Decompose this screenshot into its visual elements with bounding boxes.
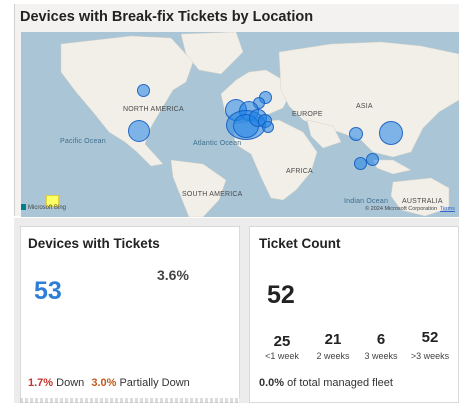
map-card: Devices with Break-fix Tickets by Locati… bbox=[14, 4, 459, 217]
devices-count: 53 bbox=[34, 277, 62, 305]
label-indian-ocean: Indian Ocean bbox=[344, 198, 389, 205]
devices-with-tickets-card[interactable]: Devices with Tickets 53 3.6% 1.7% Down 3… bbox=[20, 226, 240, 403]
bucket-value-2w: 21 bbox=[324, 331, 342, 348]
bucket-value-3w: 6 bbox=[376, 331, 386, 348]
ticket-count-card[interactable]: Ticket Count 52 25 <1 week 21 2 weeks 6 … bbox=[249, 226, 459, 403]
copyright-text: © 2024 Microsoft Corporation bbox=[365, 206, 438, 212]
map-copyright: © 2024 Microsoft Corporation Terms bbox=[365, 206, 455, 212]
partially-down-label: Partially Down bbox=[119, 377, 190, 389]
map-title: Devices with Break-fix Tickets by Locati… bbox=[20, 9, 314, 25]
bing-attribution: Microsoft Bing bbox=[21, 204, 66, 211]
label-pacific-ocean: Pacific Ocean bbox=[60, 138, 106, 145]
bucket-label-2w: 2 weeks bbox=[316, 351, 350, 361]
fleet-percent: 0.0% bbox=[259, 377, 285, 389]
devices-percent: 3.6% bbox=[157, 267, 189, 283]
bucket-label-1w: <1 week bbox=[265, 351, 299, 361]
location-bubble[interactable] bbox=[262, 121, 274, 133]
ticket-total: 52 bbox=[267, 281, 295, 309]
device-status-summary: 1.7% Down 3.0% Partially Down bbox=[28, 377, 190, 389]
location-bubble[interactable] bbox=[137, 84, 150, 97]
down-percent: 1.7% bbox=[28, 377, 54, 389]
world-map[interactable]: NORTH AMERICA EUROPE ASIA AFRICA SOUTH A… bbox=[21, 32, 459, 217]
label-africa: AFRICA bbox=[286, 168, 313, 175]
location-bubble[interactable] bbox=[349, 127, 363, 141]
bucket-label-3w: 3 weeks bbox=[364, 351, 398, 361]
bing-logo-icon bbox=[21, 204, 26, 210]
partially-down-percent: 3.0% bbox=[91, 377, 117, 389]
bing-attribution-text: Microsoft Bing bbox=[28, 205, 67, 211]
label-asia: ASIA bbox=[356, 103, 373, 110]
devices-with-tickets-title: Devices with Tickets bbox=[28, 236, 160, 251]
location-bubble[interactable] bbox=[354, 157, 367, 170]
location-bubble[interactable] bbox=[366, 153, 379, 166]
label-atlantic-ocean: Atlantic Ocean bbox=[193, 140, 242, 147]
bucket-label-over-3w: >3 weeks bbox=[410, 351, 450, 361]
location-bubble[interactable] bbox=[128, 120, 150, 142]
fleet-text: of total managed fleet bbox=[287, 377, 393, 389]
label-australia: AUSTRALIA bbox=[402, 198, 443, 205]
bucket-value-1w: 25 bbox=[273, 333, 291, 350]
cut-off-row bbox=[20, 398, 240, 403]
label-south-america: SOUTH AMERICA bbox=[182, 191, 243, 198]
location-bubble[interactable] bbox=[379, 121, 403, 145]
bucket-value-over-3w: 52 bbox=[421, 329, 439, 346]
label-europe: EUROPE bbox=[292, 111, 323, 118]
label-north-america: NORTH AMERICA bbox=[123, 106, 184, 113]
ticket-count-title: Ticket Count bbox=[259, 236, 341, 251]
down-label: Down bbox=[56, 377, 85, 389]
fleet-summary: 0.0% of total managed fleet bbox=[259, 377, 393, 389]
terms-link[interactable]: Terms bbox=[440, 206, 455, 212]
